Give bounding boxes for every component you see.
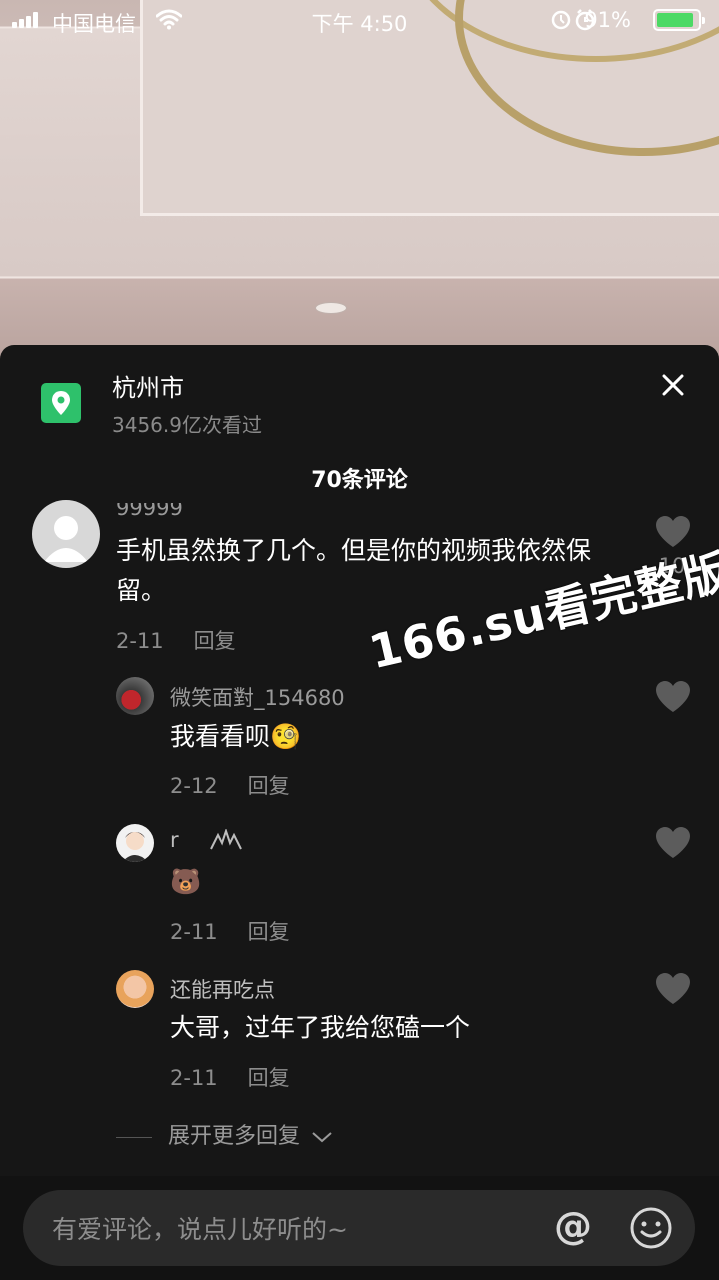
reply-username[interactable]: 微笑面對_154680 (170, 682, 345, 712)
ceiling-spotlight (315, 302, 347, 314)
reply-username[interactable]: 还能再吃点 (170, 974, 275, 1004)
reply-text: 我看看呗🧐 (170, 717, 301, 757)
divider (116, 1136, 152, 1138)
reply-text-content: 我看看呗 (170, 722, 271, 751)
battery-fill (657, 13, 693, 27)
comment-date: 2-11 (116, 629, 164, 653)
heart-icon[interactable] (654, 972, 692, 1006)
boy-avatar-icon (122, 832, 148, 862)
mention-at-icon[interactable]: @ (554, 1204, 592, 1248)
battery-percent: 91% (584, 8, 631, 32)
avatar[interactable] (116, 970, 154, 1008)
comment-count: 70条评论 (311, 468, 408, 493)
reply-date: 2-12 (170, 774, 218, 798)
reply-meta: 2-12 回复 (170, 770, 290, 800)
default-avatar-icon (44, 516, 88, 562)
emoji-icon[interactable] (629, 1206, 673, 1250)
status-bar: 中国电信 下午 4:50 91% (0, 0, 719, 40)
reply-username[interactable]: r (170, 827, 243, 853)
avatar[interactable] (116, 677, 154, 715)
map-pin-icon[interactable] (41, 383, 81, 423)
heart-icon[interactable] (654, 826, 692, 860)
reply-username-text: r (170, 828, 179, 852)
close-icon[interactable] (656, 368, 690, 402)
chevron-down-icon (312, 1132, 332, 1143)
reply-button[interactable]: 回复 (248, 920, 290, 944)
reply-button[interactable]: 回复 (194, 629, 236, 653)
battery-icon (653, 9, 705, 31)
reply-text: 🐻 (170, 862, 201, 902)
reply-text: 大哥，过年了我给您磕一个 (170, 1013, 471, 1042)
comment-meta: 2-11 回复 (116, 625, 236, 655)
reply-date: 2-11 (170, 1066, 218, 1090)
avatar[interactable] (32, 500, 100, 568)
expand-more-label: 展开更多回复 (168, 1124, 301, 1149)
reply-date: 2-11 (170, 920, 218, 944)
reply-meta: 2-11 回复 (170, 916, 290, 946)
expand-more-replies[interactable]: 展开更多回复 (116, 1118, 333, 1150)
location-title[interactable]: 杭州市 (112, 368, 184, 403)
location-views: 3456.9亿次看过 (112, 413, 262, 437)
reply-meta: 2-11 回复 (170, 1062, 290, 1092)
video-background[interactable] (0, 0, 719, 360)
reply-button[interactable]: 回复 (248, 1066, 290, 1090)
bat-decoration-icon (210, 827, 243, 850)
reply-button[interactable]: 回复 (248, 774, 290, 798)
thinking-emoji: 🧐 (270, 722, 302, 751)
heart-icon[interactable] (654, 680, 692, 714)
avatar[interactable] (116, 824, 154, 862)
bear-emoji: 🐻 (170, 867, 202, 896)
comment-input-placeholder[interactable]: 有爱评论，说点儿好听的~ (52, 1210, 348, 1246)
comment-username[interactable]: 99999 (116, 503, 183, 519)
